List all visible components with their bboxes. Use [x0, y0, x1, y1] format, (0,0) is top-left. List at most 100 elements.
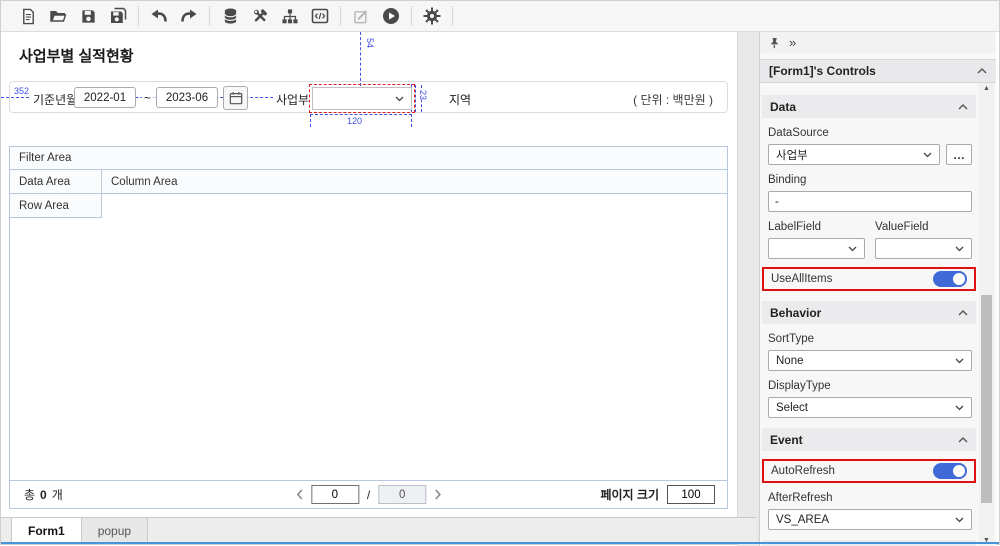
- tilde-separator: ~: [142, 91, 153, 105]
- form-tabstrip: Form1 popup: [1, 517, 756, 544]
- sorttype-combobox[interactable]: None: [768, 350, 972, 371]
- useallitems-row-highlighted: UseAllItems: [762, 267, 976, 291]
- division-combobox-selected[interactable]: [312, 87, 412, 110]
- toolbar-separator: [340, 6, 341, 26]
- redo-icon[interactable]: [174, 2, 204, 30]
- chevron-down-icon: [923, 152, 932, 158]
- settings-gear-icon[interactable]: [417, 2, 447, 30]
- save-all-icon[interactable]: [103, 2, 133, 30]
- tab-popup[interactable]: popup: [82, 518, 148, 544]
- section-data-label: Data: [770, 100, 796, 114]
- edit-icon[interactable]: [346, 2, 376, 30]
- new-document-icon[interactable]: [13, 2, 43, 30]
- chevron-up-icon: [958, 437, 968, 443]
- chevron-down-icon: [395, 96, 404, 102]
- division-label: 사업부: [274, 91, 311, 108]
- datasource-more-button[interactable]: …: [946, 144, 972, 165]
- form-designer-canvas: 사업부별 실적현황 352 54 120 23 기준년월 ~ 사업부 지역 ( …: [1, 32, 738, 517]
- tab-form1[interactable]: Form1: [11, 518, 82, 544]
- chevron-up-icon: [958, 104, 968, 110]
- column-area-cell[interactable]: Column Area: [102, 170, 727, 193]
- open-folder-icon[interactable]: [43, 2, 73, 30]
- region-label: 지역: [447, 91, 473, 108]
- column-area-label: Column Area: [111, 176, 177, 188]
- tools-icon[interactable]: [245, 2, 275, 30]
- properties-list: Data DataSource 사업부 … Binding LabelField…: [760, 83, 976, 546]
- displaytype-combobox[interactable]: Select: [768, 397, 972, 418]
- tab-form1-label: Form1: [28, 524, 65, 538]
- datasource-label: DataSource: [768, 127, 972, 139]
- pagination-bar: 총 0 개 / 페이지 크기: [10, 480, 727, 508]
- datasource-value: 사업부: [776, 147, 808, 163]
- chevron-down-icon: [955, 358, 964, 364]
- database-icon[interactable]: [215, 2, 245, 30]
- controls-header-label: [Form1]'s Controls: [769, 64, 876, 78]
- chevron-up-icon: [958, 310, 968, 316]
- guide-top-offset-label: 54: [363, 38, 377, 48]
- date-from-input[interactable]: [74, 87, 136, 108]
- toolbar-separator: [209, 6, 210, 26]
- useallitems-label: UseAllItems: [771, 273, 832, 285]
- chevron-down-icon: [955, 246, 964, 252]
- autorefresh-label: AutoRefresh: [771, 465, 835, 477]
- displaytype-label: DisplayType: [768, 380, 972, 392]
- total-suffix: 개: [52, 486, 63, 503]
- date-to-input[interactable]: [156, 87, 218, 108]
- chevron-down-icon: [955, 405, 964, 411]
- autorefresh-toggle-on[interactable]: [933, 463, 967, 479]
- guide-vertical-line: [360, 32, 361, 86]
- afterrefresh-value: VS_AREA: [776, 514, 829, 526]
- page-size-label: 페이지 크기: [600, 486, 659, 503]
- binding-label: Binding: [768, 174, 972, 186]
- page-title: 사업부별 실적현황: [19, 45, 134, 66]
- guide-width-tick-left: [310, 114, 311, 127]
- panel-pin-bar: »: [760, 32, 996, 53]
- save-icon[interactable]: [73, 2, 103, 30]
- prev-page-icon[interactable]: [296, 489, 303, 500]
- panel-collapse-icon[interactable]: »: [789, 35, 796, 50]
- section-behavior[interactable]: Behavior: [762, 301, 976, 324]
- run-icon[interactable]: [376, 2, 406, 30]
- labelfield-combobox[interactable]: [768, 238, 865, 259]
- row-area-label: Row Area: [19, 200, 69, 212]
- sorttype-label: SortType: [768, 333, 972, 345]
- current-page-input[interactable]: [311, 485, 359, 504]
- calendar-button[interactable]: [223, 86, 248, 110]
- chevron-down-icon: [955, 517, 964, 523]
- section-behavior-label: Behavior: [770, 306, 821, 320]
- pivot-grid: Filter Area Data Area Column Area Row Ar…: [9, 146, 728, 509]
- toggle-knob: [953, 465, 965, 477]
- binding-input[interactable]: [768, 191, 972, 212]
- section-data[interactable]: Data: [762, 95, 976, 118]
- sitemap-icon[interactable]: [275, 2, 305, 30]
- useallitems-toggle-on[interactable]: [933, 271, 967, 287]
- panel-scrollbar[interactable]: ▲ ▼: [979, 83, 994, 546]
- afterrefresh-combobox[interactable]: VS_AREA: [768, 509, 972, 530]
- datasource-combobox[interactable]: 사업부: [768, 144, 940, 165]
- total-pages-input: [378, 485, 426, 504]
- code-window-icon[interactable]: [305, 2, 335, 30]
- section-event[interactable]: Event: [762, 428, 976, 451]
- toolbar-separator: [452, 6, 453, 26]
- canvas-panel-gap: [738, 32, 759, 546]
- data-area-cell[interactable]: Data Area: [10, 170, 102, 193]
- controls-header[interactable]: [Form1]'s Controls: [760, 59, 996, 83]
- labelfield-label: LabelField: [768, 221, 865, 233]
- total-count: 총 0 개: [24, 486, 63, 503]
- valuefield-combobox[interactable]: [875, 238, 972, 259]
- scrollbar-thumb[interactable]: [981, 295, 992, 503]
- filter-area-cell[interactable]: Filter Area: [10, 147, 727, 170]
- next-page-icon[interactable]: [434, 489, 441, 500]
- scroll-up-icon[interactable]: ▲: [979, 85, 994, 92]
- data-area-label: Data Area: [19, 176, 70, 188]
- tab-popup-label: popup: [98, 524, 131, 538]
- row-area-cell[interactable]: Row Area: [10, 194, 102, 218]
- pin-icon[interactable]: [769, 37, 780, 49]
- filter-bar: 기준년월 ~ 사업부 지역 ( 단위 : 백만원 ): [9, 81, 728, 113]
- section-event-label: Event: [770, 433, 803, 447]
- window-bottom-edge: [1, 542, 999, 544]
- undo-icon[interactable]: [144, 2, 174, 30]
- page-size-input[interactable]: [667, 485, 715, 504]
- valuefield-label: ValueField: [875, 221, 972, 233]
- chevron-down-icon: [848, 246, 857, 252]
